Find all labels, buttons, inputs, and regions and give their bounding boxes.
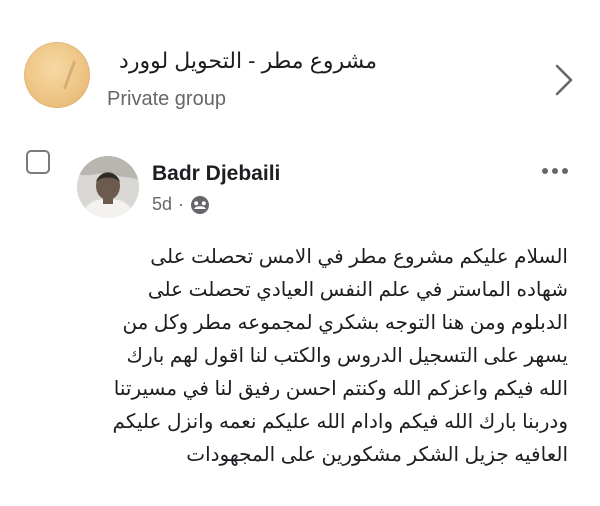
group-cover-icon[interactable] [24,42,90,108]
group-privacy-label: Private group [107,88,226,110]
meta-separator: · [178,194,185,214]
post-timestamp[interactable]: 5d [152,194,172,215]
avatar[interactable] [77,156,139,218]
post-text-line: الله فيكم واعزكم الله وكنتم احسن رفيق لن… [113,378,568,400]
post-text-line: شهاده الماستر في علم النفس العيادي تحصلت… [147,279,568,301]
post-text: السلام عليكم مشروع مطر في الامس تحصلت عل… [50,241,568,472]
post-text-line: الدبلوم ومن هنا التوجه بشكري لمجموعه مطر… [122,312,568,334]
post-text-line: يسهر على التسجيل الدروس والكتب لنا اقول … [126,345,569,367]
group-header[interactable]: مشروع مطر - التحويل لوورد Private group [0,0,600,140]
chevron-right-icon[interactable] [548,60,578,100]
more-horizontal-icon[interactable] [540,164,570,178]
post-text-line: السلام عليكم مشروع مطر في الامس تحصلت عل… [150,246,568,268]
post-text-line: ودربنا بارك الله فيكم وادام الله عليكم ن… [112,411,568,433]
group-name[interactable]: مشروع مطر - التحويل لوورد [107,48,377,74]
group-members-icon [191,195,210,214]
checkbox-icon[interactable] [26,150,50,174]
post-text-line: العافيه جزيل الشكر مشكورين على المجهودات [186,444,568,466]
post-meta: 5d · [152,194,210,215]
post-author-name[interactable]: Badr Djebaili [152,162,280,186]
